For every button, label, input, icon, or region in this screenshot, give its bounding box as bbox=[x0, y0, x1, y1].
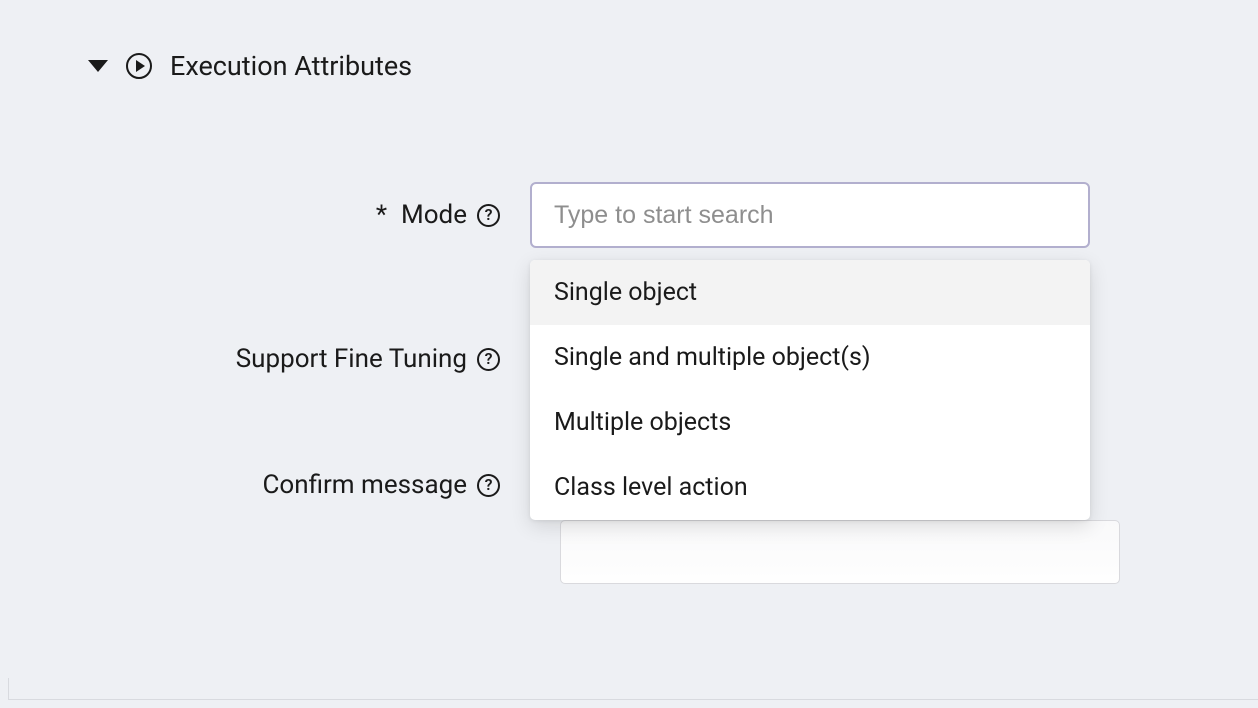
mode-dropdown: Single object Single and multiple object… bbox=[530, 260, 1090, 520]
help-icon[interactable]: ? bbox=[477, 204, 500, 227]
help-icon[interactable]: ? bbox=[477, 348, 500, 371]
play-circle-icon[interactable] bbox=[126, 53, 152, 79]
dropdown-option-multiple[interactable]: Multiple objects bbox=[530, 390, 1090, 455]
required-asterisk: * bbox=[376, 200, 387, 230]
dropdown-option-single-object[interactable]: Single object bbox=[530, 260, 1090, 325]
confirm-message-label: Confirm message bbox=[262, 470, 467, 500]
confirm-message-label-group: Confirm message ? bbox=[0, 470, 530, 500]
mode-search-input[interactable] bbox=[530, 182, 1090, 248]
support-fine-tuning-label-group: Support Fine Tuning ? bbox=[0, 344, 530, 374]
panel-border-bottom bbox=[8, 699, 1258, 700]
form-row-mode: * Mode ? Single object Single and multip… bbox=[0, 182, 1258, 248]
dropdown-option-class-level[interactable]: Class level action bbox=[530, 455, 1090, 520]
confirm-message-panel bbox=[560, 520, 1120, 584]
dropdown-option-single-multiple[interactable]: Single and multiple object(s) bbox=[530, 325, 1090, 390]
collapse-toggle-icon[interactable] bbox=[88, 60, 108, 72]
mode-label-group: * Mode ? bbox=[0, 200, 530, 230]
help-icon[interactable]: ? bbox=[477, 474, 500, 497]
section-title: Execution Attributes bbox=[170, 50, 412, 82]
section-header: Execution Attributes bbox=[0, 50, 1258, 82]
panel-border-left bbox=[8, 678, 9, 700]
mode-label: Mode bbox=[401, 200, 467, 230]
support-fine-tuning-label: Support Fine Tuning bbox=[236, 344, 467, 374]
